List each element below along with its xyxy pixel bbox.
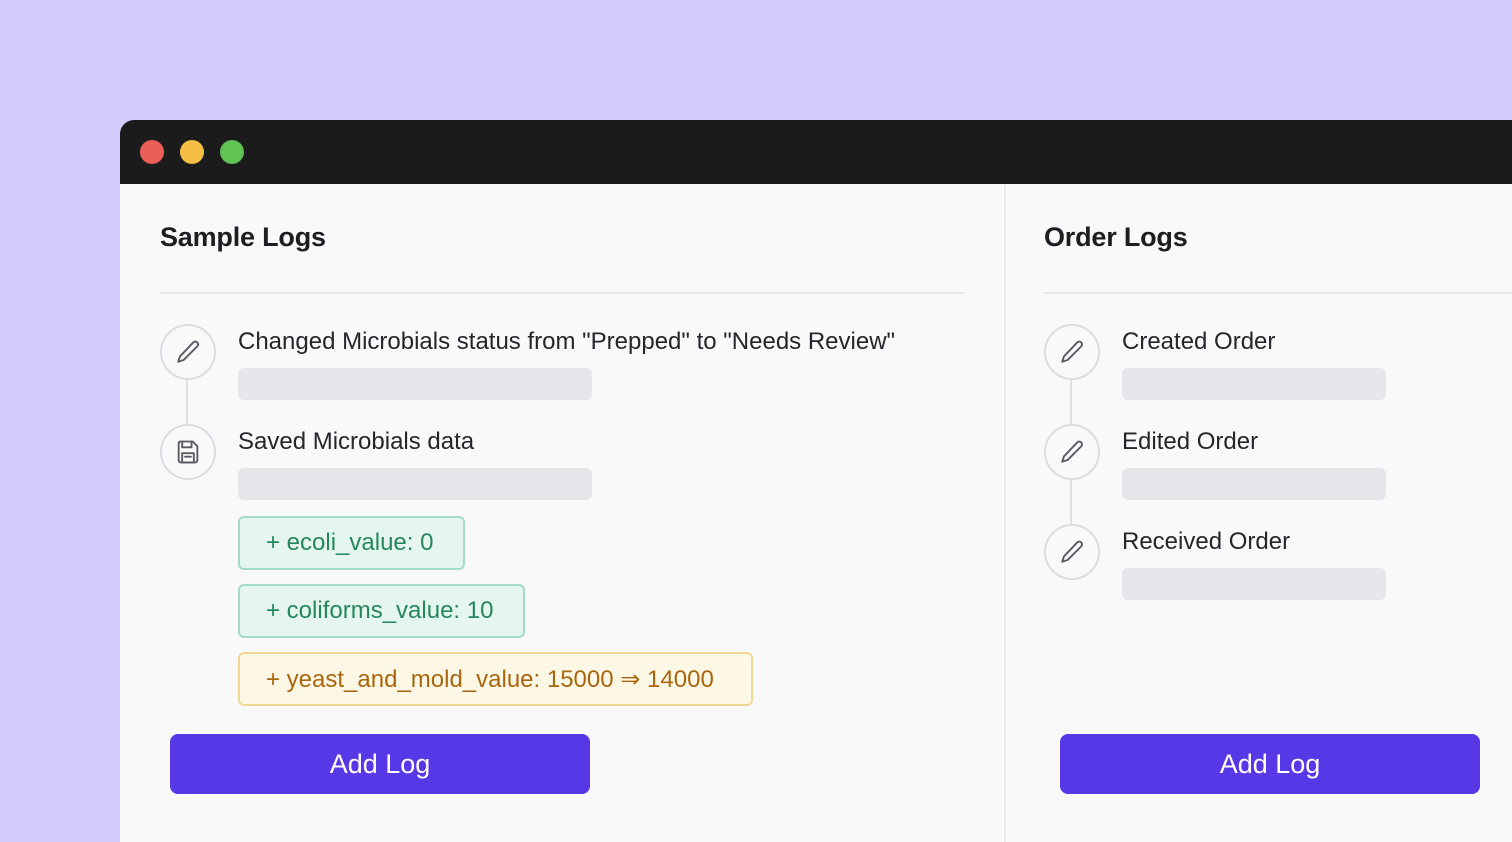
order-logs-divider [1044,292,1512,294]
timeline-rail [186,378,188,424]
save-icon [177,440,199,464]
order-entry-2-text: Edited Order [1122,428,1259,455]
sample-entry-1-text: Changed Microbials status from "Prepped"… [238,328,896,355]
sample-logs-divider [160,292,964,294]
sample-add-log-button[interactable]: Add Log [170,734,590,794]
timeline-rail [1070,478,1072,524]
change-chip-added: + coliforms_value: 10 [238,584,525,638]
order-entry-1-icon [1044,324,1100,380]
order-entry-2-icon [1044,424,1100,480]
order-logs-title: Order Logs [1044,222,1188,252]
pencil-icon [177,340,199,363]
window-titlebar [120,120,1512,184]
change-chip-modified: + yeast_and_mold_value: 15000 ⇒ 14000 [238,652,753,706]
order-entry-3-meta-placeholder [1122,568,1386,600]
order-entry-3-icon [1044,524,1100,580]
panel-divider [1004,184,1006,842]
sample-entry-2-icon [160,424,216,480]
change-chip-added: + ecoli_value: 0 [238,516,465,570]
order-add-log-button[interactable]: Add Log [1060,734,1480,794]
close-window-button[interactable] [140,140,164,164]
order-entry-1-meta-placeholder [1122,368,1386,400]
pencil-icon [1061,540,1083,563]
sample-entry-2-text: Saved Microbials data [238,428,475,455]
app-window: Sample Logs Changed Microbials status fr… [120,120,1512,842]
sample-entry-1-meta-placeholder [238,368,592,400]
sample-entry-2-meta-placeholder [238,468,592,500]
sample-logs-title: Sample Logs [160,222,326,252]
pencil-icon [1061,440,1083,463]
order-entry-2-meta-placeholder [1122,468,1386,500]
order-entry-3-text: Received Order [1122,528,1291,555]
minimize-window-button[interactable] [180,140,204,164]
maximize-window-button[interactable] [220,140,244,164]
timeline-rail [1070,378,1072,424]
order-entry-1-text: Created Order [1122,328,1276,355]
sample-entry-1-icon [160,324,216,380]
pencil-icon [1061,340,1083,363]
